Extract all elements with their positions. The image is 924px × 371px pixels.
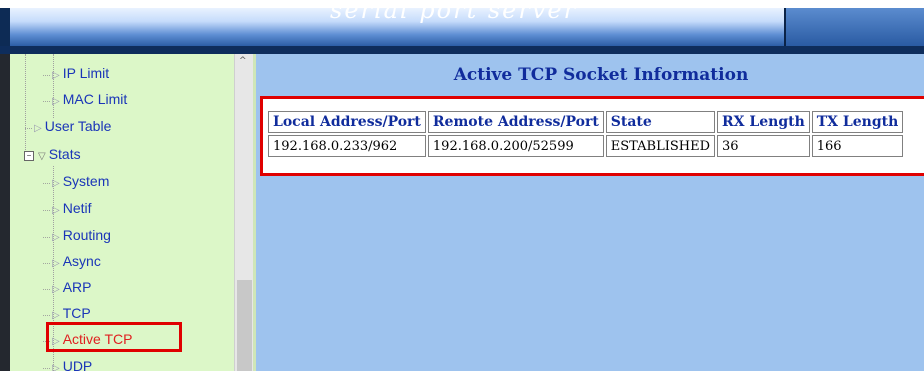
scroll-up-arrow-icon[interactable]: ^ bbox=[239, 56, 247, 66]
nav-item-stats[interactable]: − ▽ Stats bbox=[24, 143, 81, 165]
col-remote-address: Remote Address/Port bbox=[427, 111, 604, 133]
triangle-icon: ▷ bbox=[34, 123, 42, 134]
col-tx-length: TX Length bbox=[811, 111, 904, 133]
sidebar-scrollbar[interactable]: ^ bbox=[234, 54, 254, 371]
main-content: Active TCP Socket Information Local Addr… bbox=[256, 54, 924, 371]
cell-remote-address: 192.168.0.200/52599 bbox=[427, 135, 604, 157]
collapse-box-icon[interactable]: − bbox=[24, 151, 34, 161]
nav-item-ip-limit[interactable]: ···· ▷ IP Limit bbox=[42, 62, 109, 84]
triangle-icon: ▷ bbox=[52, 258, 60, 269]
nav-item-tcp[interactable]: ···· ▷ TCP bbox=[42, 302, 91, 324]
nav-item-system[interactable]: ···· ▷ System bbox=[42, 170, 109, 192]
socket-table: Local Address/Port Remote Address/Port S… bbox=[266, 109, 906, 159]
triangle-icon: ▷ bbox=[52, 70, 60, 81]
nav-tree: ···· ▷ IP Limit ···· ▷ MAC Limit ···· ▷ User T… bbox=[10, 54, 234, 371]
cell-state: ESTABLISHED bbox=[605, 135, 716, 157]
open-folder-triangle-icon: ▽ bbox=[38, 151, 46, 162]
col-local-address: Local Address/Port bbox=[268, 111, 426, 133]
col-state: State bbox=[605, 111, 716, 133]
table-header-row: Local Address/Port Remote Address/Port S… bbox=[268, 111, 904, 133]
cell-tx-length: 166 bbox=[811, 135, 904, 157]
triangle-icon: ▷ bbox=[52, 232, 60, 243]
header-banner: serial port server bbox=[0, 8, 924, 54]
cell-rx-length: 36 bbox=[717, 135, 810, 157]
nav-item-udp[interactable]: ···· ▷ UDP bbox=[42, 355, 92, 371]
nav-item-mac-limit[interactable]: ···· ▷ MAC Limit bbox=[42, 88, 127, 110]
caption-strip bbox=[0, 0, 924, 8]
col-rx-length: RX Length bbox=[717, 111, 810, 133]
banner-right-panel bbox=[786, 8, 924, 46]
nav-item-async[interactable]: ···· ▷ Async bbox=[42, 250, 101, 272]
left-border bbox=[0, 54, 10, 371]
triangle-icon: ▷ bbox=[52, 178, 60, 189]
nav-item-netif[interactable]: ···· ▷ Netif bbox=[42, 197, 92, 219]
cell-local-address: 192.168.0.233/962 bbox=[268, 135, 426, 157]
triangle-icon: ▷ bbox=[52, 363, 60, 371]
triangle-icon: ▷ bbox=[52, 96, 60, 107]
triangle-icon: ▷ bbox=[52, 284, 60, 295]
nav-item-user-table[interactable]: ···· ▷ User Table bbox=[24, 115, 111, 137]
scroll-thumb[interactable] bbox=[237, 280, 252, 371]
page-title: Active TCP Socket Information bbox=[453, 65, 749, 85]
triangle-icon: ▷ bbox=[52, 205, 60, 216]
table-row: 192.168.0.233/962 192.168.0.200/52599 ES… bbox=[268, 135, 904, 157]
nav-item-arp[interactable]: ···· ▷ ARP bbox=[42, 276, 92, 298]
triangle-icon: ▷ bbox=[52, 310, 60, 321]
active-item-highlight bbox=[46, 322, 182, 352]
nav-item-routing[interactable]: ···· ▷ Routing bbox=[42, 224, 111, 246]
app-title: serial port server bbox=[330, 8, 578, 24]
